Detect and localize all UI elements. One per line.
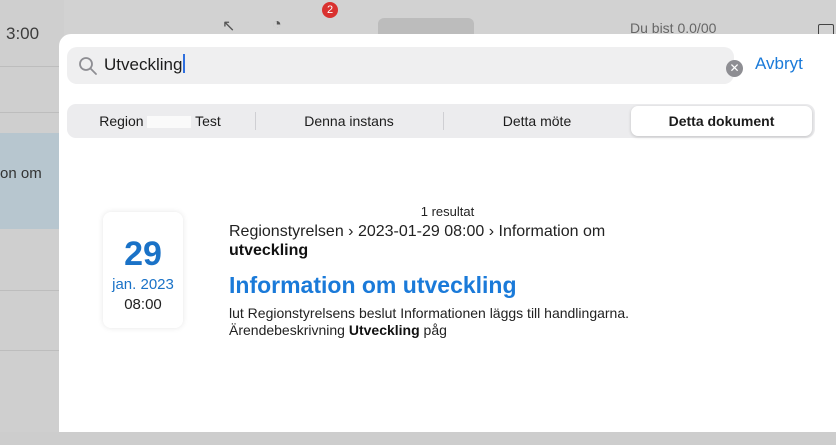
search-bar[interactable]: Utveckling ✕ bbox=[67, 47, 743, 84]
breadcrumb-highlight: utveckling bbox=[229, 242, 309, 259]
divider bbox=[0, 350, 64, 351]
search-modal: Utveckling ✕ Avbryt Region Test Denna in… bbox=[59, 34, 836, 432]
notification-badge: 2 bbox=[322, 2, 338, 18]
arrow-icon: ↖ bbox=[222, 18, 236, 35]
title-highlight: utveckling bbox=[402, 272, 517, 298]
date-month-year: jan. 2023 bbox=[112, 276, 174, 293]
scope-this-meeting[interactable]: Detta möte bbox=[444, 104, 630, 138]
clear-icon[interactable]: ✕ bbox=[726, 60, 743, 77]
result-breadcrumb: Regionstyrelsen › 2023-01-29 08:00 › Inf… bbox=[229, 222, 669, 260]
search-input[interactable]: Utveckling bbox=[104, 54, 186, 76]
date-day: 29 bbox=[124, 235, 162, 273]
excerpt-line: Ärendebeskrivning Utveckling påg bbox=[229, 322, 749, 339]
excerpt-line: lut Regionstyrelsens beslut Informatione… bbox=[229, 305, 630, 321]
divider bbox=[0, 290, 64, 291]
excerpt-text: påg bbox=[419, 322, 447, 338]
scope-label: Test bbox=[195, 113, 221, 129]
background-item-label: on om bbox=[0, 165, 42, 182]
background-sidebar: 3:00 on om bbox=[0, 0, 64, 445]
text-caret bbox=[183, 54, 186, 73]
scope-label: Region bbox=[99, 113, 144, 129]
scope-selector: Region Test Denna instans Detta möte Det… bbox=[67, 104, 815, 138]
background-bottom-bar bbox=[0, 432, 836, 445]
scope-this-document[interactable]: Detta dokument bbox=[631, 106, 812, 136]
search-icon bbox=[79, 57, 97, 75]
divider bbox=[0, 66, 64, 67]
search-query: Utveckling bbox=[104, 55, 183, 74]
excerpt-highlight: Utveckling bbox=[348, 322, 420, 338]
date-time: 08:00 bbox=[124, 296, 162, 313]
redacted-text bbox=[147, 116, 192, 129]
comment-icon: ◔ bbox=[272, 16, 282, 33]
breadcrumb-text: Regionstyrelsen › 2023-01-29 08:00 › Inf… bbox=[229, 223, 606, 240]
date-card: 29 jan. 2023 08:00 bbox=[103, 212, 183, 328]
title-text: Information om bbox=[229, 272, 403, 298]
excerpt-text: Ärendebeskrivning bbox=[229, 322, 349, 338]
result-title-link[interactable]: Information om utveckling bbox=[229, 272, 517, 299]
background-time: 3:00 bbox=[6, 24, 40, 43]
scope-region-test[interactable]: Region Test bbox=[67, 104, 253, 138]
divider bbox=[0, 112, 64, 113]
cancel-button[interactable]: Avbryt bbox=[755, 54, 803, 74]
scope-this-instance[interactable]: Denna instans bbox=[256, 104, 442, 138]
result-excerpt: lut Regionstyrelsens beslut Informatione… bbox=[229, 305, 749, 339]
